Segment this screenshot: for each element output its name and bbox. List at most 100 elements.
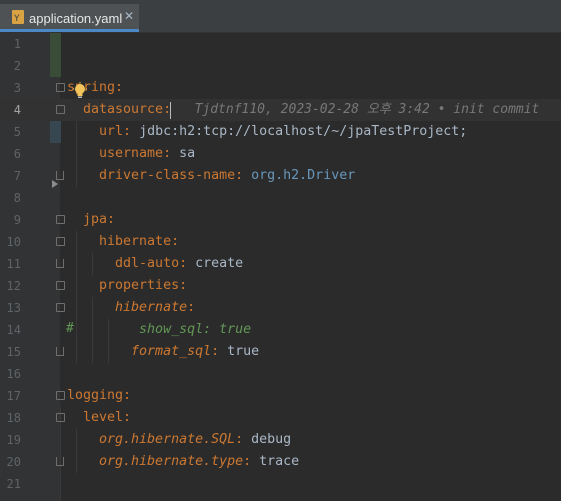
code-token: hibernate: [67, 234, 172, 249]
code-line[interactable]: 15 format_sql: true: [0, 341, 561, 363]
line-number: 19: [6, 433, 21, 447]
code-token: :: [235, 168, 252, 183]
fold-icon[interactable]: [56, 281, 65, 290]
code-token: sa: [179, 146, 196, 161]
code-token: org.hibernate.type: [67, 454, 244, 469]
code-text: jpa:: [67, 209, 115, 231]
code-token: logging: [67, 388, 124, 403]
code-text: hibernate:: [67, 297, 195, 319]
git-blame-annotation[interactable]: Tjdtnf110, 2023-02-28 오후 3:42 • init com…: [171, 102, 540, 117]
code-text: logging:: [67, 385, 131, 407]
fold-end-icon[interactable]: [56, 347, 64, 356]
code-line[interactable]: 6 username: sa: [0, 143, 561, 165]
code-token: org.h2.Driver: [251, 168, 356, 183]
code-token: debug: [251, 432, 292, 447]
fold-end-icon[interactable]: [56, 171, 64, 180]
code-text: datasource: Tjdtnf110, 2023-02-28 오후 3:4…: [67, 99, 539, 121]
line-number: 15: [6, 345, 21, 359]
code-text: username: sa: [67, 143, 195, 165]
line-number: 14: [6, 323, 21, 337]
code-token: :: [179, 256, 196, 271]
fold-end-icon[interactable]: [56, 259, 64, 268]
code-line[interactable]: 8: [0, 187, 561, 209]
line-number: 20: [6, 455, 21, 469]
code-token: level: [67, 410, 124, 425]
code-line[interactable]: 13 hibernate:: [0, 297, 561, 319]
fold-icon[interactable]: [56, 391, 65, 400]
line-number: 1: [13, 37, 21, 51]
code-token: create: [195, 256, 244, 271]
tab-label: application.yaml: [29, 11, 123, 26]
code-token: :: [187, 300, 196, 315]
fold-icon[interactable]: [56, 237, 65, 246]
svg-text:Y: Y: [13, 14, 20, 24]
line-number: 4: [13, 103, 21, 117]
code-line[interactable]: 20 org.hibernate.type: trace: [0, 451, 561, 473]
code-text: org.hibernate.SQL: debug: [67, 429, 291, 451]
code-token: :: [123, 388, 132, 403]
code-line[interactable]: 4 datasource: Tjdtnf110, 2023-02-28 오후 3…: [0, 99, 561, 121]
line-number: 21: [6, 477, 21, 491]
fold-end-icon[interactable]: [56, 457, 64, 466]
code-line[interactable]: 14 show_sql: true: [0, 319, 561, 341]
code-token: datasource: [67, 102, 164, 117]
code-token: hibernate: [67, 300, 188, 315]
fold-icon[interactable]: [56, 83, 65, 92]
code-token: username: [67, 146, 164, 161]
code-line[interactable]: 17 logging:: [0, 385, 561, 407]
code-token: driver-class-name: [67, 168, 236, 183]
line-number: 11: [6, 257, 21, 271]
code-token: :: [115, 80, 124, 95]
line-number: 3: [13, 81, 21, 95]
code-text: ddl-auto: create: [67, 253, 243, 275]
code-text: properties:: [67, 275, 187, 297]
fold-icon[interactable]: [56, 215, 65, 224]
code-line[interactable]: 7 driver-class-name: org.h2.Driver: [0, 165, 561, 187]
code-line[interactable]: 9 jpa:: [0, 209, 561, 231]
line-number: 10: [6, 235, 21, 249]
code-text: format_sql: true: [67, 341, 259, 363]
comment-marker: #: [66, 321, 74, 336]
fold-icon[interactable]: [56, 413, 65, 422]
code-token: :: [179, 278, 188, 293]
code-line[interactable]: 12 properties:: [0, 275, 561, 297]
line-number: 6: [13, 147, 21, 161]
line-number: 17: [6, 389, 21, 403]
code-line[interactable]: 1: [0, 33, 561, 55]
code-token: org.hibernate.SQL: [67, 432, 236, 447]
line-number: 5: [13, 125, 21, 139]
code-token: show_sql: true: [67, 322, 252, 337]
tab-application-yaml[interactable]: Y application.yaml ✕: [0, 4, 139, 32]
code-text: show_sql: true: [67, 319, 251, 341]
code-line[interactable]: 11 ddl-auto: create: [0, 253, 561, 275]
code-text: hibernate:: [67, 231, 179, 253]
code-token: :: [243, 454, 260, 469]
code-token: format_sql: [67, 344, 212, 359]
code-line[interactable]: 5 url: jdbc:h2:tcp://localhost/~/jpaTest…: [0, 121, 561, 143]
code-token: :: [123, 124, 140, 139]
text-cursor: [170, 102, 171, 119]
code-text: url: jdbc:h2:tcp://localhost/~/jpaTestPr…: [67, 121, 467, 143]
line-number: 8: [13, 191, 21, 205]
fold-icon[interactable]: [56, 105, 65, 114]
code-line[interactable]: 21: [0, 473, 561, 495]
code-line[interactable]: 18 level:: [0, 407, 561, 429]
code-text: level:: [67, 407, 131, 429]
code-text: org.hibernate.type: trace: [67, 451, 299, 473]
code-line[interactable]: 2: [0, 55, 561, 77]
run-arrow-icon[interactable]: [52, 180, 58, 188]
code-line[interactable]: 16: [0, 363, 561, 385]
line-number: 16: [6, 367, 21, 381]
close-icon[interactable]: ✕: [124, 9, 134, 23]
line-number: 2: [13, 59, 21, 73]
line-number: 18: [6, 411, 21, 425]
lightbulb-icon[interactable]: [72, 82, 88, 100]
code-line[interactable]: 19 org.hibernate.SQL: debug: [0, 429, 561, 451]
code-line[interactable]: 10 hibernate:: [0, 231, 561, 253]
fold-icon[interactable]: [56, 303, 65, 312]
code-token: url: [67, 124, 124, 139]
code-token: trace: [259, 454, 300, 469]
code-token: :: [123, 410, 132, 425]
code-token: :: [235, 432, 252, 447]
line-number: 7: [13, 169, 21, 183]
